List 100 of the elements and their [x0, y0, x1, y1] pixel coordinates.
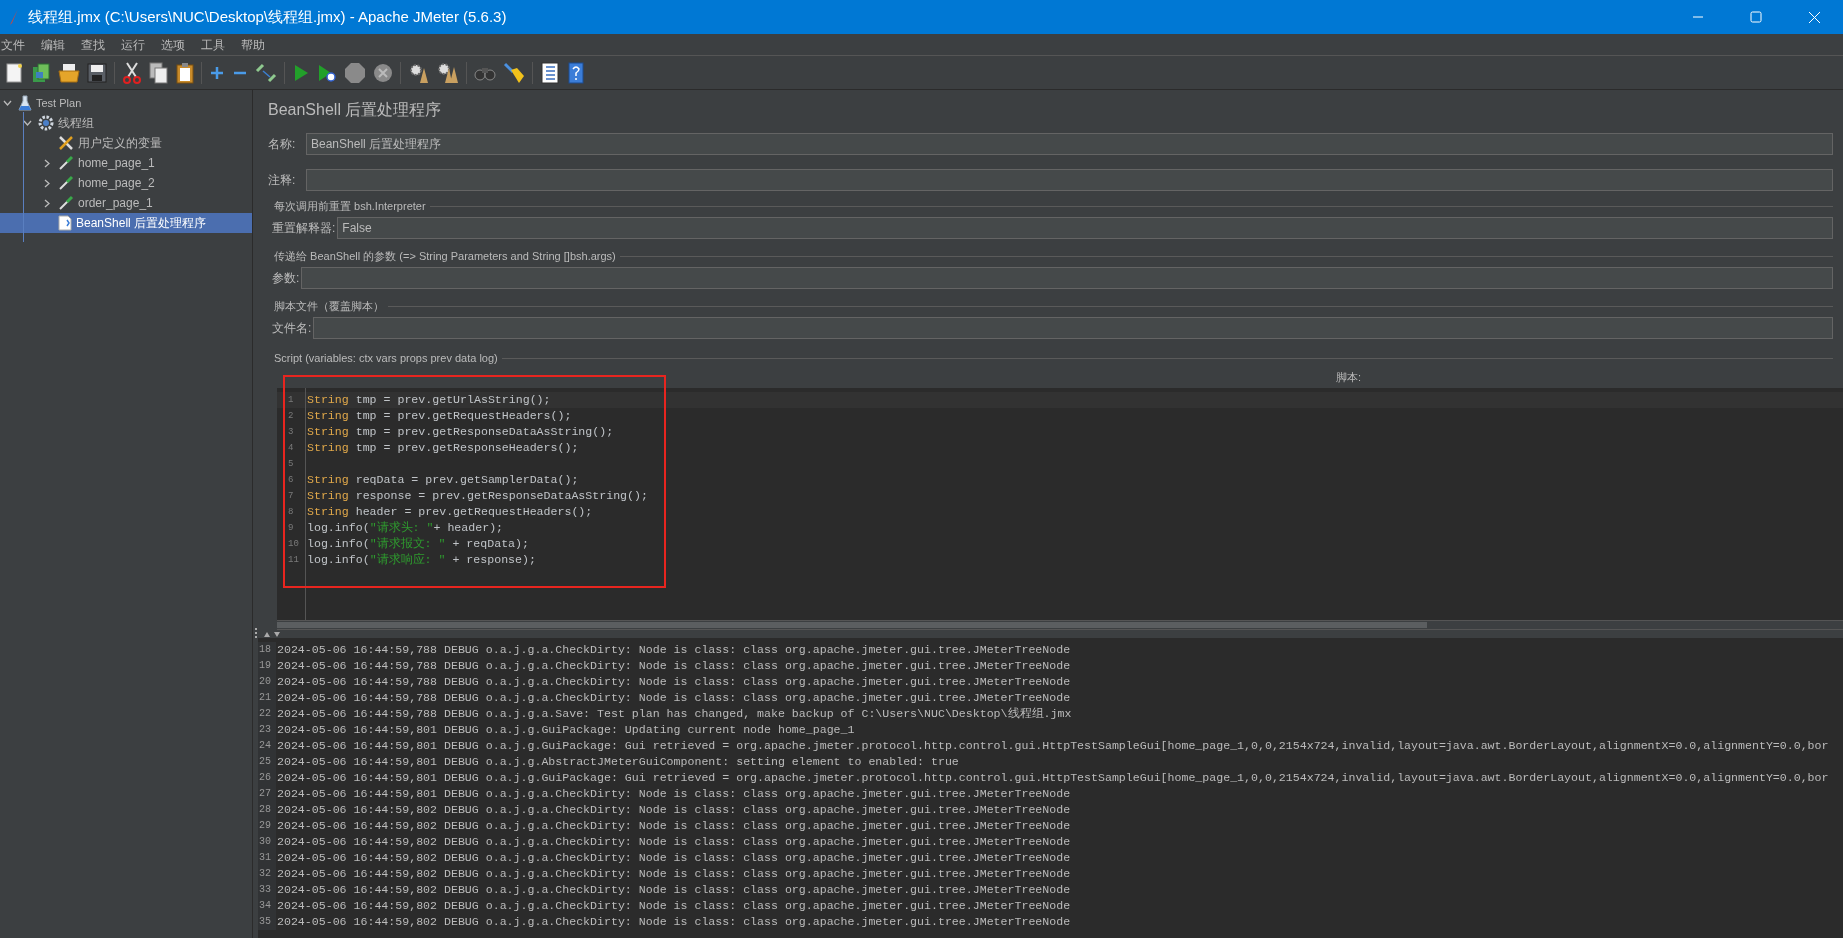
- code-line: log.info("请求响应: " + response);: [307, 552, 536, 568]
- plus-icon[interactable]: [209, 64, 225, 81]
- input-field[interactable]: [301, 267, 1833, 289]
- line-number: 31: [258, 850, 276, 866]
- help-icon[interactable]: [567, 61, 585, 84]
- menu-item[interactable]: 工具: [200, 35, 226, 54]
- menu-item[interactable]: 编辑: [40, 35, 66, 54]
- section-legend: 每次调用前重置 bsh.Interpreter: [268, 197, 430, 215]
- line-number: 20: [258, 674, 276, 690]
- menu-item[interactable]: 查找: [80, 35, 106, 54]
- tree-item[interactable]: home_page_2: [0, 173, 252, 193]
- play-icon[interactable]: [292, 62, 310, 83]
- field-label: 名称:: [268, 136, 297, 153]
- splitter-handle-icon[interactable]: [254, 628, 257, 638]
- log-line: 2024-05-06 16:44:59,788 DEBUG o.a.j.g.a.CheckDirty: Node is class: class org.apache.jmeter.gui.tree.JMeterTreeNode: [276, 642, 1071, 658]
- line-number: 33: [258, 882, 276, 898]
- log-line: 2024-05-06 16:44:59,801 DEBUG o.a.j.g.AbstractJMeterGuiComponent: setting element to enabled: true: [276, 754, 959, 770]
- field-label: 文件名:: [272, 320, 313, 337]
- flask-icon: [18, 95, 32, 111]
- tree-item[interactable]: Test Plan: [0, 93, 252, 113]
- code-editor[interactable]: [277, 388, 1843, 620]
- log-line: 2024-05-06 16:44:59,802 DEBUG o.a.j.g.a.CheckDirty: Node is class: class org.apache.jmeter.gui.tree.JMeterTreeNode: [276, 802, 1071, 818]
- chevron-down-icon[interactable]: [22, 120, 32, 126]
- line-number: 26: [258, 770, 276, 786]
- play-no-pause-icon[interactable]: [317, 62, 337, 83]
- line-number: 10: [287, 538, 300, 551]
- line-number: 9: [287, 522, 295, 535]
- line-number: 30: [258, 834, 276, 850]
- pipette-icon: [58, 195, 74, 211]
- chevron-right-icon[interactable]: [44, 158, 50, 168]
- section-legend: 传递给 BeanShell 的参数 (=> String Parameters and String []bsh.args): [268, 247, 620, 265]
- log-line: 2024-05-06 16:44:59,788 DEBUG o.a.j.g.a.CheckDirty: Node is class: class org.apache.jmeter.gui.tree.JMeterTreeNode: [276, 674, 1071, 690]
- line-number: 23: [258, 722, 276, 738]
- log-line: 2024-05-06 16:44:59,801 DEBUG o.a.j.g.GuiPackage: Gui retrieved = org.apache.jmeter.protocol.http.control.gui.HttpTestSampleGui[home_page_1,0,0,2154x724,invalid,layout=java.awt.BorderLayout,alignmentX=0.0,alignmentY=0.0,bor: [276, 738, 1829, 754]
- line-number: 18: [258, 642, 276, 658]
- pipette-icon: [58, 175, 74, 191]
- line-number: 8: [287, 506, 295, 519]
- line-number: 35: [258, 914, 276, 930]
- line-number: 24: [258, 738, 276, 754]
- code-line: log.info("请求头: "+ header);: [307, 520, 504, 536]
- input-field[interactable]: False: [337, 217, 1833, 239]
- log-line: 2024-05-06 16:44:59,788 DEBUG o.a.j.g.a.CheckDirty: Node is class: class org.apache.jmeter.gui.tree.JMeterTreeNode: [276, 658, 1071, 674]
- toggle-icon[interactable]: [255, 61, 277, 84]
- line-number: 11: [287, 554, 300, 567]
- tree-item[interactable]: 线程组: [0, 113, 252, 133]
- comment-field[interactable]: [306, 169, 1833, 191]
- log-line: 2024-05-06 16:44:59,801 DEBUG o.a.j.g.GuiPackage: Updating current node home_page_1: [276, 722, 855, 738]
- horizontal-scrollbar[interactable]: [277, 620, 1843, 630]
- line-number: 6: [287, 474, 295, 487]
- field-label: 重置解释器:: [272, 220, 337, 237]
- section-legend: 脚本文件（覆盖脚本）: [268, 297, 388, 315]
- line-number: 34: [258, 898, 276, 914]
- field-label: 注释:: [268, 172, 297, 189]
- log-line: 2024-05-06 16:44:59,802 DEBUG o.a.j.g.a.CheckDirty: Node is class: class org.apache.jmeter.gui.tree.JMeterTreeNode: [276, 914, 1071, 930]
- line-number: 32: [258, 866, 276, 882]
- open-folder-icon[interactable]: [58, 61, 80, 84]
- scissors-icon[interactable]: [122, 61, 142, 84]
- gear-icon: [38, 115, 54, 131]
- copy-icon[interactable]: [149, 61, 169, 84]
- menu-item[interactable]: 文件: [0, 35, 26, 54]
- menu-item[interactable]: 选项: [160, 35, 186, 54]
- code-line: String tmp = prev.getResponseHeaders();: [307, 440, 579, 456]
- new-document-icon[interactable]: [4, 61, 24, 84]
- tree-item[interactable]: 用户定义的变量: [0, 133, 252, 153]
- gear-brooms-icon[interactable]: [437, 61, 459, 84]
- menu-item[interactable]: 帮助: [240, 35, 266, 54]
- tree-item[interactable]: order_page_1: [0, 193, 252, 213]
- code-line: String response = prev.getResponseDataAsString();: [307, 488, 648, 504]
- save-icon[interactable]: [87, 62, 107, 83]
- tree-item-selected[interactable]: BeanShell 后置处理程序: [0, 213, 252, 233]
- chevron-down-icon[interactable]: [2, 100, 12, 106]
- gear-broom-icon[interactable]: [408, 61, 430, 84]
- line-number: 25: [258, 754, 276, 770]
- log-line: 2024-05-06 16:44:59,802 DEBUG o.a.j.g.a.CheckDirty: Node is class: class org.apache.jmeter.gui.tree.JMeterTreeNode: [276, 866, 1071, 882]
- document-icon: [58, 215, 72, 231]
- stop-icon[interactable]: [344, 61, 366, 84]
- shutdown-icon[interactable]: [373, 62, 393, 83]
- input-field[interactable]: [313, 317, 1833, 339]
- log-line: 2024-05-06 16:44:59,801 DEBUG o.a.j.g.a.CheckDirty: Node is class: class org.apache.jmeter.gui.tree.JMeterTreeNode: [276, 786, 1071, 802]
- line-number: 5: [287, 458, 295, 471]
- code-line: String tmp = prev.getRequestHeaders();: [307, 408, 572, 424]
- code-line: String tmp = prev.getUrlAsString();: [307, 392, 551, 408]
- tree-item[interactable]: home_page_1: [0, 153, 252, 173]
- menu-item[interactable]: 运行: [120, 35, 146, 54]
- panel-title: BeanShell 后置处理程序: [268, 100, 443, 120]
- code-line: String header = prev.getRequestHeaders();: [307, 504, 593, 520]
- broom-icon[interactable]: [503, 61, 525, 84]
- maximize-icon: [1750, 11, 1762, 23]
- line-number: 21: [258, 690, 276, 706]
- code-line: log.info("请求报文: " + reqData);: [307, 536, 529, 552]
- list-icon[interactable]: [540, 61, 560, 84]
- log-line: 2024-05-06 16:44:59,802 DEBUG o.a.j.g.a.CheckDirty: Node is class: class org.apache.jmeter.gui.tree.JMeterTreeNode: [276, 834, 1071, 850]
- name-field[interactable]: BeanShell 后置处理程序: [306, 133, 1833, 155]
- section-legend: Script (variables: ctx vars props prev data log): [268, 349, 502, 367]
- line-number: 19: [258, 658, 276, 674]
- chevron-right-icon[interactable]: [44, 198, 50, 208]
- templates-icon[interactable]: [31, 61, 51, 84]
- line-number: 28: [258, 802, 276, 818]
- chevron-right-icon[interactable]: [44, 178, 50, 188]
- clipboard-icon[interactable]: [176, 61, 194, 84]
